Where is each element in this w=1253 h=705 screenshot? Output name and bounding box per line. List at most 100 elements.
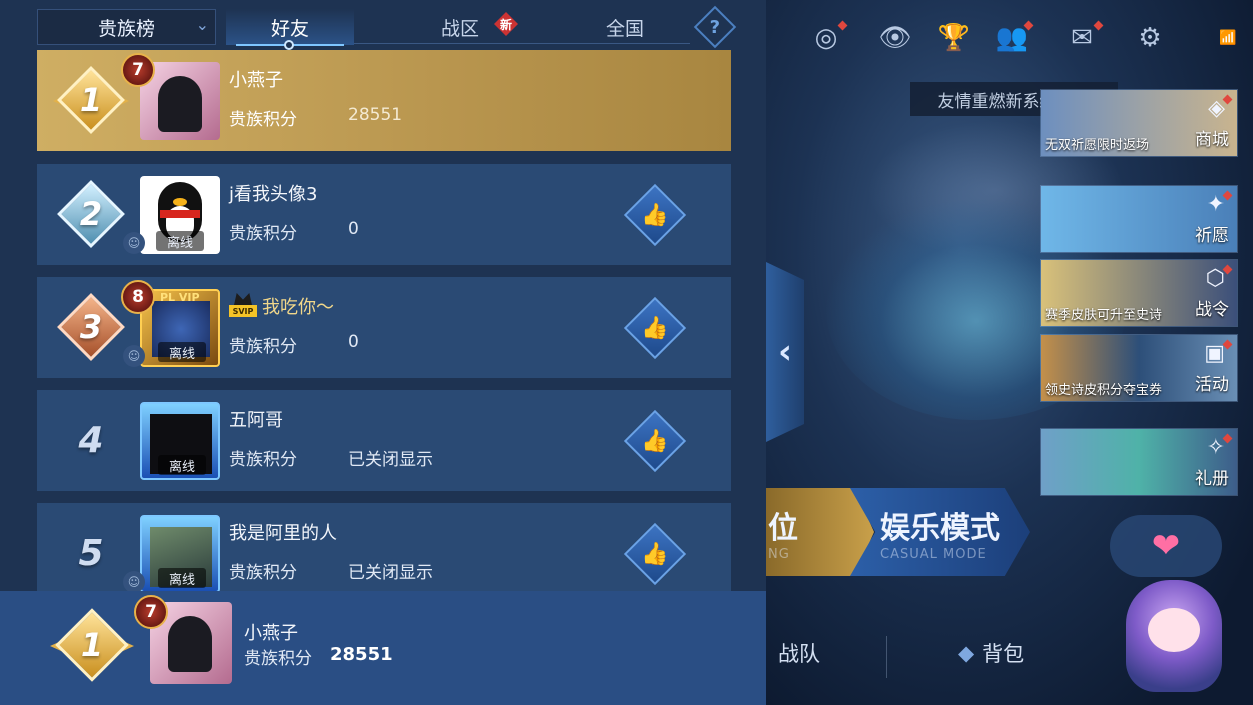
casual-mode-button[interactable]: 娱乐模式 CASUAL MODE xyxy=(850,488,1030,576)
avatar[interactable]: 离线 xyxy=(140,176,220,254)
leaderboard-type-dropdown[interactable]: 贵族榜 ⌄ xyxy=(37,9,216,45)
score-label: 贵族积分 xyxy=(229,450,297,470)
tab-region[interactable]: 战区 新 xyxy=(400,9,520,45)
target-icon[interactable]: ◎ xyxy=(808,20,848,56)
friends-icon[interactable]: 👥 xyxy=(994,20,1034,56)
rank-number: 1 xyxy=(80,626,104,664)
new-badge: 新 xyxy=(494,12,518,36)
score-value: 已关闭显示 xyxy=(348,450,433,470)
rank-number: 5 xyxy=(78,532,104,574)
like-button[interactable]: 👍 xyxy=(623,409,687,473)
player-name: 我是阿里的人 xyxy=(229,523,337,544)
rank-number: 3 xyxy=(79,308,103,346)
banner-label: 活动 xyxy=(1195,375,1229,395)
mode-title: 位 xyxy=(768,510,798,546)
side-banner-gift-book[interactable]: ✧ 礼册 xyxy=(1040,428,1238,496)
vip-tag: PL VIP xyxy=(160,291,200,304)
friend-type-icon: ☺ xyxy=(123,571,145,591)
help-button[interactable]: ? xyxy=(693,5,737,49)
banner-caption: 领史诗皮积分夺宝券 xyxy=(1045,383,1163,398)
svip-badge-icon: SVIP xyxy=(229,293,257,319)
tab-label: 好友 xyxy=(270,17,309,40)
rank-number: 2 xyxy=(79,195,103,233)
crown-icon xyxy=(234,293,252,305)
level-badge: 7 xyxy=(134,595,168,629)
banner-label: 礼册 xyxy=(1195,469,1229,489)
nav-team[interactable]: 战队 xyxy=(778,638,820,668)
active-tab-indicator xyxy=(284,40,294,50)
side-banner-shop[interactable]: ◈ 无双祈愿限时返场 商城 xyxy=(1040,89,1238,157)
score-value: 0 xyxy=(348,332,359,352)
rank-number-plain: 4 xyxy=(57,406,125,474)
banner-label: 祈愿 xyxy=(1195,226,1229,246)
thumbs-up-icon: 👍 xyxy=(641,428,669,454)
question-icon: ? xyxy=(709,16,721,38)
chevron-down-icon: ⌄ xyxy=(195,15,209,34)
mode-title: 娱乐模式 xyxy=(880,510,1000,546)
banner-label: 战令 xyxy=(1195,300,1229,320)
avatar[interactable]: 离线 xyxy=(140,402,220,480)
score-value: 28551 xyxy=(348,105,403,125)
leaderboard-row[interactable]: 3 离线 8 PL VIP ☺ SVIP 我吃你～ 贵族积分 0 👍 xyxy=(37,277,731,378)
heart-icon: ❤ xyxy=(1151,526,1181,566)
offline-status: 离线 xyxy=(158,342,206,362)
rank-badge-silver: 2 xyxy=(57,180,125,248)
mail-icon[interactable]: ✉ xyxy=(1064,20,1104,56)
rank-badge-gold: 1 xyxy=(50,605,134,685)
tab-label: 全国 xyxy=(605,17,644,40)
level-badge: 8 xyxy=(121,280,155,314)
wifi-battery-icon: 📶 xyxy=(1219,30,1237,46)
score-label: 贵族积分 xyxy=(229,563,297,583)
side-banner-events[interactable]: ▣ 领史诗皮积分夺宝券 活动 xyxy=(1040,334,1238,402)
like-button[interactable]: 👍 xyxy=(623,296,687,360)
score-label: 贵族积分 xyxy=(229,337,297,357)
friend-type-icon: ☺ xyxy=(123,345,145,367)
heart-bubble-button[interactable]: ❤ xyxy=(1110,515,1222,577)
score-label: 贵族积分 xyxy=(244,649,312,669)
avatar[interactable]: 离线 xyxy=(140,515,220,591)
collapse-panel-button[interactable]: ‹ xyxy=(766,262,804,442)
offline-status: 离线 xyxy=(158,568,206,588)
leaderboard-row[interactable]: 1 7 小燕子 贵族积分 28551 xyxy=(37,50,731,151)
like-button[interactable]: 👍 xyxy=(623,522,687,586)
dropdown-label: 贵族榜 xyxy=(97,17,155,40)
banner-label: 商城 xyxy=(1195,130,1229,150)
eye-icon[interactable]: 👁 xyxy=(877,20,913,56)
avatar-figure xyxy=(168,616,212,672)
trophy-icon[interactable]: 🏆 xyxy=(936,20,972,56)
thumbs-up-icon: 👍 xyxy=(641,541,669,567)
side-banner-wish[interactable]: ✦ 祈愿 xyxy=(1040,185,1238,253)
leaderboard-row[interactable]: 2 离线 ☺ j看我头像3 贵族积分 0 👍 xyxy=(37,164,731,265)
friend-type-icon: ☺ xyxy=(123,232,145,254)
settings-gear-icon[interactable]: ⚙ xyxy=(1132,20,1168,56)
avatar-figure xyxy=(158,76,202,132)
offline-status: 离线 xyxy=(158,455,206,475)
rank-badge-gold: 1 xyxy=(53,66,129,134)
thumbs-up-icon: 👍 xyxy=(641,202,669,228)
nav-label: 背包 xyxy=(982,642,1025,666)
score-label: 贵族积分 xyxy=(229,224,297,244)
penguin-scarf xyxy=(160,210,200,218)
side-banner-battle-pass[interactable]: ⬡ 赛季皮肤可升至史诗 战令 xyxy=(1040,259,1238,327)
nav-divider xyxy=(886,636,887,678)
penguin-beak xyxy=(173,198,187,206)
svip-text: SVIP xyxy=(229,305,257,317)
player-name: 小燕子 xyxy=(244,623,298,644)
leaderboard-row[interactable]: 4 离线 五阿哥 贵族积分 已关闭显示 👍 xyxy=(37,390,731,491)
like-button[interactable]: 👍 xyxy=(623,183,687,247)
tab-divider xyxy=(354,43,690,44)
level-badge: 7 xyxy=(121,53,155,87)
nav-bag[interactable]: ◆ 背包 xyxy=(958,638,1024,668)
thumbs-up-icon: 👍 xyxy=(641,315,669,341)
rank-badge-bronze: 3 xyxy=(57,293,125,361)
rank-number: 4 xyxy=(78,419,104,461)
rank-number: 1 xyxy=(79,81,103,119)
banner-caption: 赛季皮肤可升至史诗 xyxy=(1045,308,1163,323)
mascot-character[interactable] xyxy=(1126,580,1222,692)
bag-icon: ◆ xyxy=(958,641,975,665)
leaderboard-row[interactable]: 5 离线 ☺ 我是阿里的人 贵族积分 已关闭显示 👍 xyxy=(37,503,731,591)
tab-national[interactable]: 全国 xyxy=(566,9,684,45)
tab-friends[interactable]: 好友 xyxy=(226,9,354,50)
mode-subtitle: NG xyxy=(768,546,790,562)
leaderboard-panel: 贵族榜 ⌄ 好友 战区 新 全国 ? 1 7 小燕子 贵族积分 28551 2 … xyxy=(0,0,766,705)
